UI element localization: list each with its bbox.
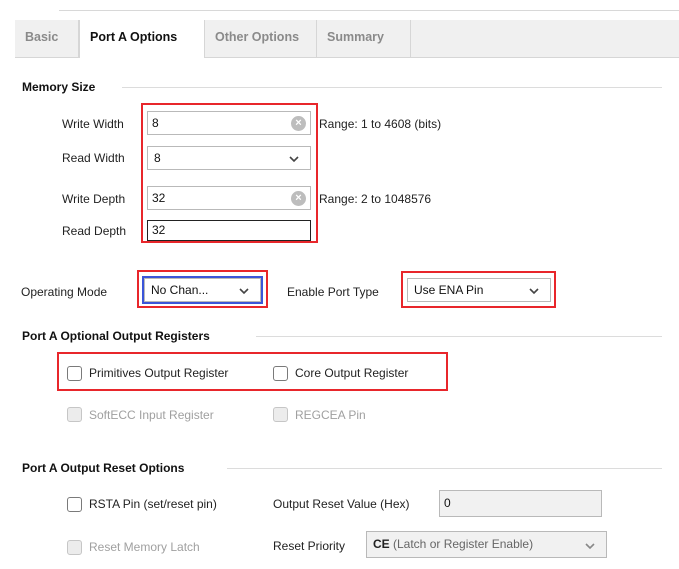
port-a-options-panel: [15, 58, 679, 562]
regcea-label: REGCEA Pin: [295, 408, 366, 422]
operating-mode-label: Operating Mode: [21, 285, 108, 299]
reset-latch-label: Reset Memory Latch: [89, 540, 200, 554]
reset-latch-checkbox: [67, 540, 82, 555]
memory-size-title: Memory Size: [22, 80, 96, 94]
section-divider: [122, 87, 662, 88]
tab-other-options[interactable]: Other Options: [205, 20, 317, 58]
softecc-checkbox: [67, 407, 82, 422]
write-depth-label: Write Depth: [62, 192, 126, 206]
softecc-label: SoftECC Input Register: [89, 408, 214, 422]
reset-priority-value-code: CE: [373, 537, 390, 551]
reset-priority-value-desc: (Latch or Register Enable): [389, 537, 534, 551]
write-width-range: Range: 1 to 4608 (bits): [319, 117, 442, 131]
write-width-label: Write Width: [62, 117, 124, 131]
operating-mode-highlight: [137, 270, 268, 308]
output-registers-highlight: [57, 352, 448, 391]
tab-basic[interactable]: Basic: [15, 20, 79, 58]
reset-value-label: Output Reset Value (Hex): [273, 497, 410, 511]
read-width-label: Read Width: [62, 151, 125, 165]
section-divider: [256, 336, 662, 337]
enable-port-type-highlight: [401, 271, 556, 308]
chevron-down-icon: [585, 543, 595, 550]
section-divider: [227, 468, 662, 469]
top-divider: [59, 10, 679, 11]
read-depth-label: Read Depth: [62, 224, 127, 238]
reset-priority-label: Reset Priority: [273, 539, 346, 553]
memory-size-highlight: [141, 103, 318, 243]
tab-summary[interactable]: Summary: [317, 20, 411, 58]
reset-options-title: Port A Output Reset Options: [22, 461, 185, 475]
tab-port-a-options[interactable]: Port A Options: [79, 20, 205, 59]
reset-priority-select[interactable]: CE (Latch or Register Enable): [366, 531, 607, 558]
tab-bar: Basic Port A Options Other Options Summa…: [15, 20, 679, 59]
optional-output-title: Port A Optional Output Registers: [22, 329, 210, 343]
reset-value-field[interactable]: 0: [439, 490, 602, 517]
write-depth-range: Range: 2 to 1048576: [319, 192, 432, 206]
rsta-checkbox[interactable]: [67, 497, 82, 512]
enable-port-type-label: Enable Port Type: [287, 285, 379, 299]
rsta-label: RSTA Pin (set/reset pin): [89, 497, 217, 511]
regcea-checkbox: [273, 407, 288, 422]
